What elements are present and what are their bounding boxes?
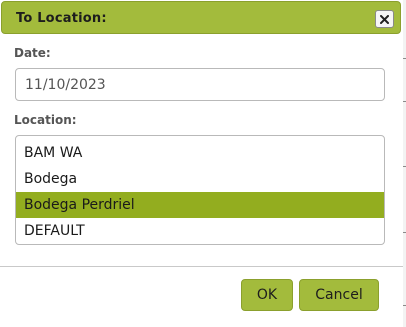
location-listbox[interactable]: BAM WA Bodega Bodega Perdriel DEFAULT xyxy=(15,135,385,245)
close-button[interactable] xyxy=(375,10,394,28)
location-label: Location: xyxy=(14,113,77,127)
ok-button[interactable]: OK xyxy=(241,279,293,311)
location-option[interactable]: BAM WA xyxy=(16,140,384,166)
dialog-title: To Location: xyxy=(16,11,107,26)
location-option[interactable]: DEFAULT xyxy=(16,218,384,244)
date-field[interactable] xyxy=(15,68,385,101)
footer-divider xyxy=(0,266,403,267)
date-label: Date: xyxy=(14,46,51,60)
cancel-button[interactable]: Cancel xyxy=(299,279,379,311)
location-option[interactable]: Bodega xyxy=(16,166,384,192)
to-location-dialog: To Location: Date: Location: BAM WA Bode… xyxy=(0,0,403,327)
dialog-titlebar[interactable]: To Location: xyxy=(1,1,401,34)
location-option-selected[interactable]: Bodega Perdriel xyxy=(16,192,384,218)
close-icon xyxy=(380,15,389,24)
